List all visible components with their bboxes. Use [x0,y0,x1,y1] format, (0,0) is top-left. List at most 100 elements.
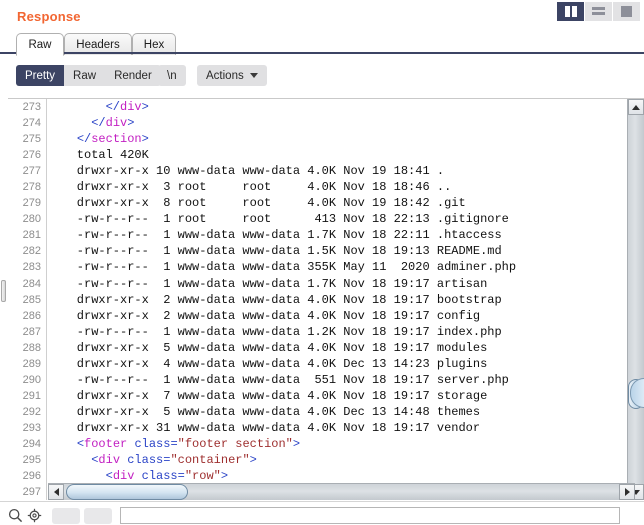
code-line: drwxr-xr-x 31 www-data www-data 4.0K Nov… [48,420,618,436]
line-number: 274 [8,115,46,131]
code-line: -rw-r--r-- 1 root root 413 Nov 18 22:13 … [48,211,618,227]
line-number: 292 [8,404,46,420]
find-next-button[interactable] [84,508,112,524]
arrow-right-icon [625,488,630,496]
code-token-val: "row" [185,469,221,483]
code-token-punct: = [178,469,185,483]
code-token-text [48,453,91,467]
code-token-text: drwxr-xr-x 3 root root 4.0K Nov 18 18:46… [48,180,451,194]
find-prev-button[interactable] [52,508,80,524]
gear-icon[interactable] [27,508,42,523]
page-title: Response [17,9,81,24]
code-line: -rw-r--r-- 1 www-data www-data 1.7K Nov … [48,227,618,243]
code-token-text [48,469,106,483]
editor-toolbar: Pretty Raw Render \n Actions [0,57,644,97]
layout-split-vertical-button[interactable] [557,2,584,21]
line-number: 278 [8,179,46,195]
code-token-punct: </ [106,100,120,114]
code-line: <footer class="footer section"> [48,436,618,452]
editor-vertical-scrollbar[interactable] [627,99,644,500]
code-token-tag: div [98,453,120,467]
code-token-text: drwxr-xr-x 8 root root 4.0K Nov 19 18:42… [48,196,466,210]
code-line: -rw-r--r-- 1 www-data www-data 1.2K Nov … [48,324,618,340]
line-number: 288 [8,340,46,356]
line-number: 277 [8,163,46,179]
line-number: 284 [8,276,46,292]
line-number: 287 [8,324,46,340]
code-token-tag: section [91,132,141,146]
code-token-text: total 420K [48,148,149,162]
code-token-punct: > [293,437,300,451]
view-mode-pretty[interactable]: Pretty [16,65,64,86]
code-token-text: drwxr-xr-x 2 www-data www-data 4.0K Nov … [48,293,502,307]
code-token-text: -rw-r--r-- 1 www-data www-data 355K May … [48,260,516,274]
code-token-val: "container" [170,453,249,467]
code-token-tag: div [120,100,142,114]
code-token-punct: < [77,437,84,451]
line-number: 289 [8,356,46,372]
editor-horizontal-scrollbar[interactable] [48,483,635,500]
actions-button[interactable]: Actions [197,65,267,86]
line-number: 280 [8,211,46,227]
view-mode-raw-label: Raw [73,70,96,82]
code-token-val: "footer section" [178,437,293,451]
chevron-down-icon [250,73,258,78]
code-token-text: -rw-r--r-- 1 www-data www-data 551 Nov 1… [48,373,509,387]
code-line: -rw-r--r-- 1 www-data www-data 1.5K Nov … [48,243,618,259]
line-number: 295 [8,452,46,468]
line-number: 291 [8,388,46,404]
line-number: 294 [8,436,46,452]
code-token-text: -rw-r--r-- 1 root root 413 Nov 18 22:13 … [48,212,509,226]
scroll-left-button[interactable] [48,484,64,500]
tab-underline-gap [17,52,63,54]
code-token-punct: </ [91,116,105,130]
code-token-punct: > [127,116,134,130]
code-token-text: drwxr-xr-x 4 www-data www-data 4.0K Dec … [48,357,487,371]
newline-toggle-label: \n [167,70,177,82]
tab-headers-label: Headers [76,39,119,51]
search-icon[interactable] [8,508,23,523]
code-line: </div> [48,115,618,131]
view-mode-render[interactable]: Render [105,65,161,86]
line-number: 279 [8,195,46,211]
newline-toggle-button[interactable]: \n [158,65,186,86]
arrow-up-icon [632,105,640,110]
code-token-attr: class [142,469,178,483]
code-token-text [48,132,77,146]
code-content[interactable]: </div> </div> </section> total 420K drwx… [48,99,618,500]
code-token-attr: class [134,437,170,451]
line-number: 276 [8,147,46,163]
line-number: 283 [8,259,46,275]
line-number: 297 [8,484,46,500]
code-token-text [48,100,106,114]
code-token-punct: > [142,100,149,114]
code-line: -rw-r--r-- 1 www-data www-data 1.7K Nov … [48,276,618,292]
scroll-up-button[interactable] [628,99,644,115]
tab-raw-label: Raw [28,39,51,51]
view-mode-raw[interactable]: Raw [64,65,105,86]
code-token-text: -rw-r--r-- 1 www-data www-data 1.5K Nov … [48,244,502,258]
response-editor: 2732742752762772782792802812822832842852… [8,98,644,500]
horizontal-scrollbar-thumb[interactable] [66,484,188,500]
line-number: 293 [8,420,46,436]
line-number: 296 [8,468,46,484]
split-horizontal-icon [592,7,605,15]
code-line: -rw-r--r-- 1 www-data www-data 551 Nov 1… [48,372,618,388]
code-token-punct: < [106,469,113,483]
search-input[interactable] [120,507,620,524]
view-mode-render-label: Render [114,70,152,82]
code-token-text: -rw-r--r-- 1 www-data www-data 1.7K Nov … [48,228,502,242]
code-token-punct: </ [77,132,91,146]
view-mode-group: Pretty Raw Render [16,65,161,86]
code-line: drwxr-xr-x 10 www-data www-data 4.0K Nov… [48,163,618,179]
burp-response-panel: Response Raw Headers Hex P [0,0,644,525]
scroll-right-button[interactable] [619,484,635,500]
left-splitter-handle[interactable] [1,280,6,302]
code-line: drwxr-xr-x 3 root root 4.0K Nov 18 18:46… [48,179,618,195]
code-token-text: drwxr-xr-x 2 www-data www-data 4.0K Nov … [48,309,480,323]
code-token-text: drwxr-xr-x 5 www-data www-data 4.0K Nov … [48,341,487,355]
layout-single-pane-button[interactable] [613,2,640,21]
code-token-text: drwxr-xr-x 5 www-data www-data 4.0K Dec … [48,405,480,419]
split-vertical-icon [565,6,577,17]
layout-split-horizontal-button[interactable] [585,2,612,21]
